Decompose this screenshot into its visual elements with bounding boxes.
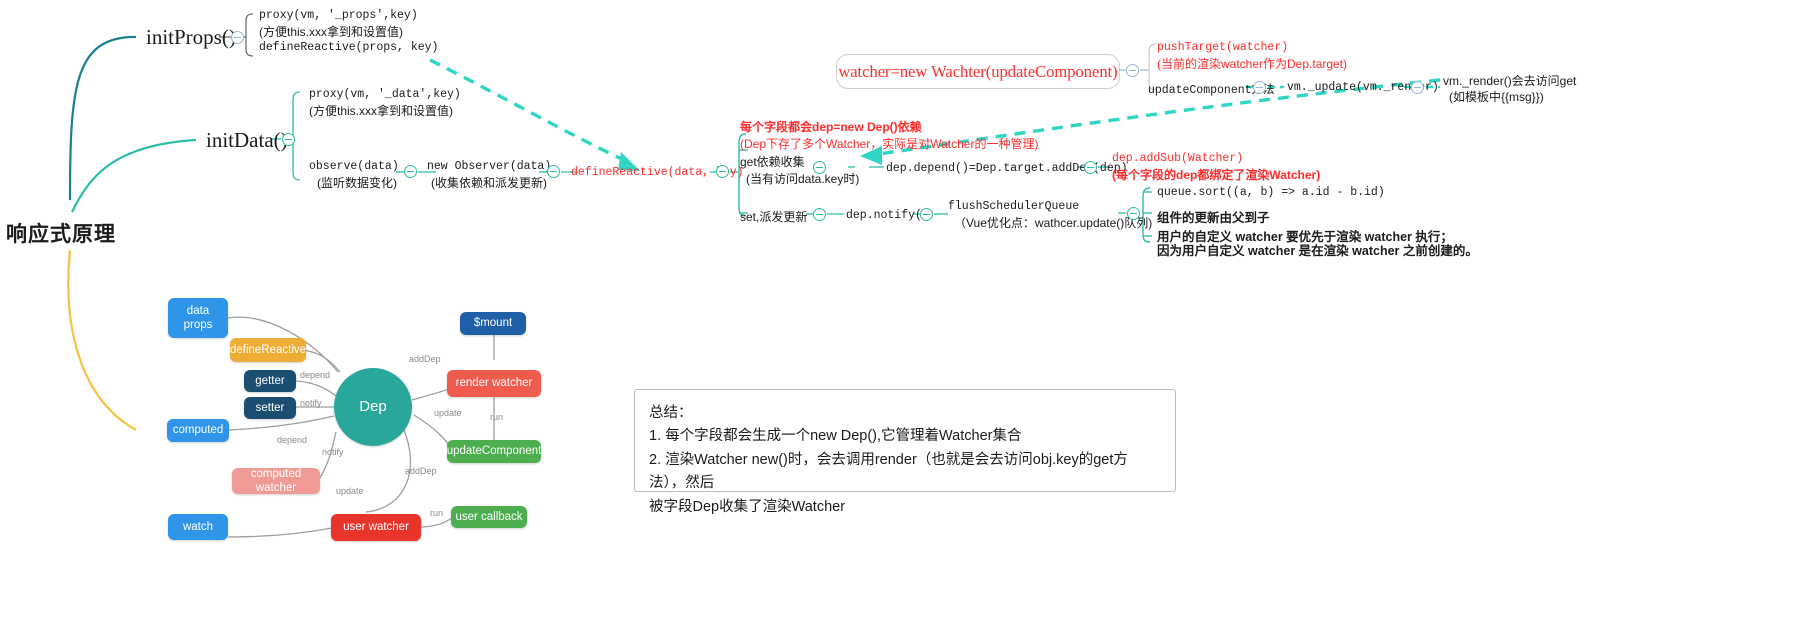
mindmap-node-define-reactive-label: defineReactive [229,343,307,356]
mindmap-node-setter[interactable]: setter [244,397,296,419]
node-proxy-props: proxy(vm, '_props',key) (方便this.xxx拿到和设置… [259,9,418,40]
vm-render-line2: (如模板中{{msg}}) [1449,90,1544,105]
toggle-vm-update[interactable] [1411,81,1424,94]
mindmap-node-setter-label: setter [255,401,285,414]
toggle-setter[interactable] [813,208,826,221]
mindmap-node-data-props-label: data props [183,304,213,331]
node-setter: set,派发更新 [740,210,808,224]
toggle-dep-depend[interactable] [1084,161,1097,174]
summary-box: 总结： 1. 每个字段都会生成一个new Dep(),它管理着Watcher集合… [634,389,1176,515]
mindmap-node-computed-label: computed [172,424,224,437]
node-push-target: pushTarget(watcher) (当前的渲染watcher作为Dep.t… [1157,41,1347,72]
push-target-line1: pushTarget(watcher) [1157,41,1289,54]
flush-line1: flushSchedulerQueue [948,200,1080,213]
watcher-box-label: watcher=new Wachter(updateComponent) [838,61,1118,81]
edge-label-run-1: run [490,412,504,422]
node-definereactive-props: defineReactive(props, key) [259,41,439,54]
mindmap-node-dep[interactable]: Dep [334,368,412,446]
node-queue-sort: queue.sort((a, b) => a.id - b.id) [1157,186,1385,199]
mindmap-node-user-watcher-label: user watcher [343,521,409,534]
mindmap-node-data-props[interactable]: data props [168,298,228,338]
proxy-props-line2: (方便this.xxx拿到和设置值) [259,24,404,39]
mindmap-node-user-callback[interactable]: user callback [451,506,527,528]
mindmap-node-getter[interactable]: getter [244,370,296,392]
node-vm-render: vm._render()会去访问get (如模板中{{msg}}) [1443,74,1576,106]
proxy-props-line1: proxy(vm, '_props',key) [259,9,418,22]
node-new-observer: new Observer(data) (收集依赖和派发更新) [427,160,551,191]
edge-label-depend-2: depend [277,435,308,445]
getter-line1: get依赖收集 [740,155,805,169]
mindmap-node-computed-watcher-label: computed watcher [250,467,302,494]
mindmap-node-render-watcher-label: render watcher [455,377,533,390]
dep-note-line2: (Dep下存了多个Watcher，实际是对Watcher的一种管理) [740,137,1039,152]
mindmap-node-watch-label: watch [182,520,214,533]
toggle-dep-notify[interactable] [920,208,933,221]
mindmap-node-watch[interactable]: watch [168,514,228,540]
node-dep-note: 每个字段都会dep=new Dep()依赖 (Dep下存了多个Watcher，实… [740,120,1038,153]
toggle-flush[interactable] [1127,207,1140,220]
toggle-initdata[interactable] [282,133,295,146]
flush-line2: （Vue优化点：wathcer.update()队列) [954,215,1153,230]
node-initprops[interactable]: initProps() [146,25,236,50]
proxy-data-line1: proxy(vm, '_data',key) [309,88,461,101]
toggle-update-component[interactable] [1253,81,1266,94]
mindmap-node-define-reactive[interactable]: defineReactive [230,338,306,362]
node-flush-scheduler: flushSchedulerQueue （Vue优化点：wathcer.upda… [948,200,1152,231]
mindmap-node-dep-label: Dep [359,397,387,415]
mindmap-node-update-component-label: updateComponent [446,445,542,458]
summary-line1: 1. 每个字段都会生成一个new Dep(),它管理着Watcher集合 [649,428,1022,445]
vm-render-line1: vm._render()会去访问get [1443,74,1577,88]
toggle-initprops[interactable] [231,31,244,44]
node-getter: get依赖收集 (当有访问data.key时) [740,155,859,188]
edge-label-adddep-2: addDep [405,466,437,476]
mindmap-node-mount[interactable]: $mount [460,312,526,335]
mindmap-node-mount-label: $mount [473,317,513,330]
edge-label-run-2: run [430,508,444,518]
node-proxy-data: proxy(vm, '_data',key) (方便this.xxx拿到和设置值… [309,88,461,119]
dep-note-line1: 每个字段都会dep=new Dep()依赖 [740,120,922,134]
mindmap-node-computed[interactable]: computed [167,419,229,442]
mindmap-node-update-component[interactable]: updateComponent [447,440,541,463]
summary-line2: 2. 渲染Watcher new()时，会去调用render（也就是会去访问ob… [649,451,1128,492]
proxy-data-line2: (方便this.xxx拿到和设置值) [309,103,454,118]
toggle-observe[interactable] [404,165,417,178]
node-update-order: 组件的更新由父到子 [1157,211,1270,225]
node-dep-addsub: dep.addSub(Watcher) (每个字段的dep都绑定了渲染Watch… [1112,152,1320,183]
mindmap-node-getter-label: getter [255,374,285,387]
root-title: 响应式原理 [6,223,116,246]
node-dep-notify: dep.notify() [846,209,929,222]
mindmap-node-render-watcher[interactable]: render watcher [447,370,541,397]
new-observer-line2: (收集依赖和派发更新) [431,175,547,190]
edge-label-adddep-1: addDep [409,354,441,364]
edge-label-notify-1: notify [300,398,322,408]
edge-label-update-1: update [434,408,462,418]
mindmap-node-user-watcher[interactable]: user watcher [331,514,421,541]
toggle-watcher-box[interactable] [1126,64,1139,77]
edge-label-depend-1: depend [300,370,331,380]
watcher-box[interactable]: watcher=new Wachter(updateComponent) [836,54,1120,89]
push-target-line2: (当前的渲染watcher作为Dep.target) [1157,56,1348,71]
summary-line3: 被字段Dep收集了渲染Watcher [649,498,846,515]
mindmap-node-computed-watcher[interactable]: computed watcher [232,468,320,494]
node-user-watcher-reason: 因为用户自定义 watcher 是在渲染 watcher 之前创建的。 [1157,244,1478,258]
edge-label-update-2: update [336,486,364,496]
getter-line2: (当有访问data.key时) [746,172,860,187]
dep-addsub-line2: (每个字段的dep都绑定了渲染Watcher) [1112,167,1321,182]
dep-addsub-line1: dep.addSub(Watcher) [1112,152,1244,165]
toggle-new-observer[interactable] [547,165,560,178]
edge-label-notify-2: notify [322,447,344,457]
observe-line2: (监听数据变化) [317,175,397,190]
node-observe: observe(data) (监听数据变化) [309,160,399,191]
toggle-definereactive[interactable] [716,165,729,178]
node-initdata[interactable]: initData() [206,128,288,153]
toggle-getter[interactable] [813,161,826,174]
observe-line1: observe(data) [309,160,399,173]
new-observer-line1: new Observer(data) [427,160,552,173]
mindmap-node-user-callback-label: user callback [455,510,523,523]
summary-title: 总结： [649,405,693,421]
